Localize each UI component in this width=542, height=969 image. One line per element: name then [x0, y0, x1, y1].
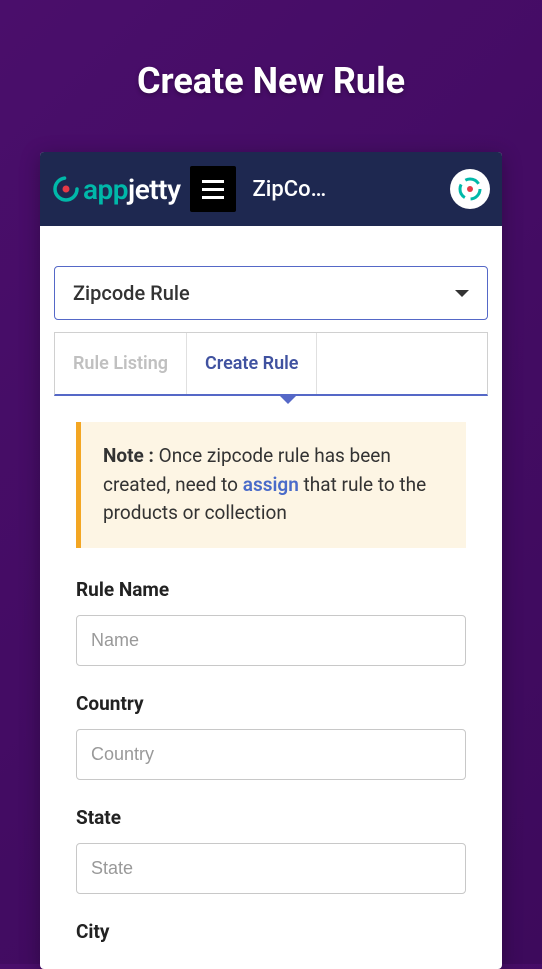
- logo-text: appjetty: [83, 173, 180, 206]
- logo: appjetty: [52, 173, 180, 206]
- state-input[interactable]: [76, 843, 466, 894]
- note-box: Note : Once zipcode rule has been create…: [76, 422, 466, 548]
- content: Zipcode Rule Rule Listing Create Rule No…: [40, 226, 502, 943]
- avatar[interactable]: [450, 169, 490, 209]
- menu-button[interactable]: [190, 166, 236, 212]
- note-text: Note : Once zipcode rule has been create…: [103, 442, 444, 528]
- rule-name-input[interactable]: [76, 615, 466, 666]
- tabs: Rule Listing Create Rule: [54, 332, 488, 396]
- rule-name-label: Rule Name: [76, 578, 466, 601]
- country-label: Country: [76, 692, 466, 715]
- logo-app: app: [83, 173, 128, 206]
- dropdown-selected: Zipcode Rule: [73, 281, 190, 305]
- country-input[interactable]: [76, 729, 466, 780]
- assign-link[interactable]: assign: [243, 473, 299, 496]
- form-group-rule-name: Rule Name: [76, 578, 466, 666]
- tab-rule-listing[interactable]: Rule Listing: [55, 333, 187, 394]
- logo-jetty: jetty: [128, 173, 180, 206]
- logo-icon: [52, 175, 80, 203]
- topbar-title: ZipCo…: [246, 177, 440, 202]
- tab-create-rule[interactable]: Create Rule: [187, 333, 317, 394]
- note-label: Note :: [103, 444, 154, 467]
- city-label: City: [76, 920, 466, 943]
- topbar: appjetty ZipCo…: [40, 152, 502, 226]
- form-group-state: State: [76, 806, 466, 894]
- app-window: appjetty ZipCo… Zipcode Rule Rule Listin…: [40, 152, 502, 969]
- hamburger-icon: [202, 180, 224, 199]
- chevron-down-icon: [455, 290, 469, 297]
- rule-type-dropdown[interactable]: Zipcode Rule: [54, 266, 488, 320]
- form-area: Note : Once zipcode rule has been create…: [54, 396, 488, 943]
- state-label: State: [76, 806, 466, 829]
- page-title: Create New Rule: [0, 0, 542, 152]
- form-group-city: City: [76, 920, 466, 943]
- avatar-icon: [457, 176, 483, 202]
- tab-indicator-icon: [278, 394, 298, 404]
- form-group-country: Country: [76, 692, 466, 780]
